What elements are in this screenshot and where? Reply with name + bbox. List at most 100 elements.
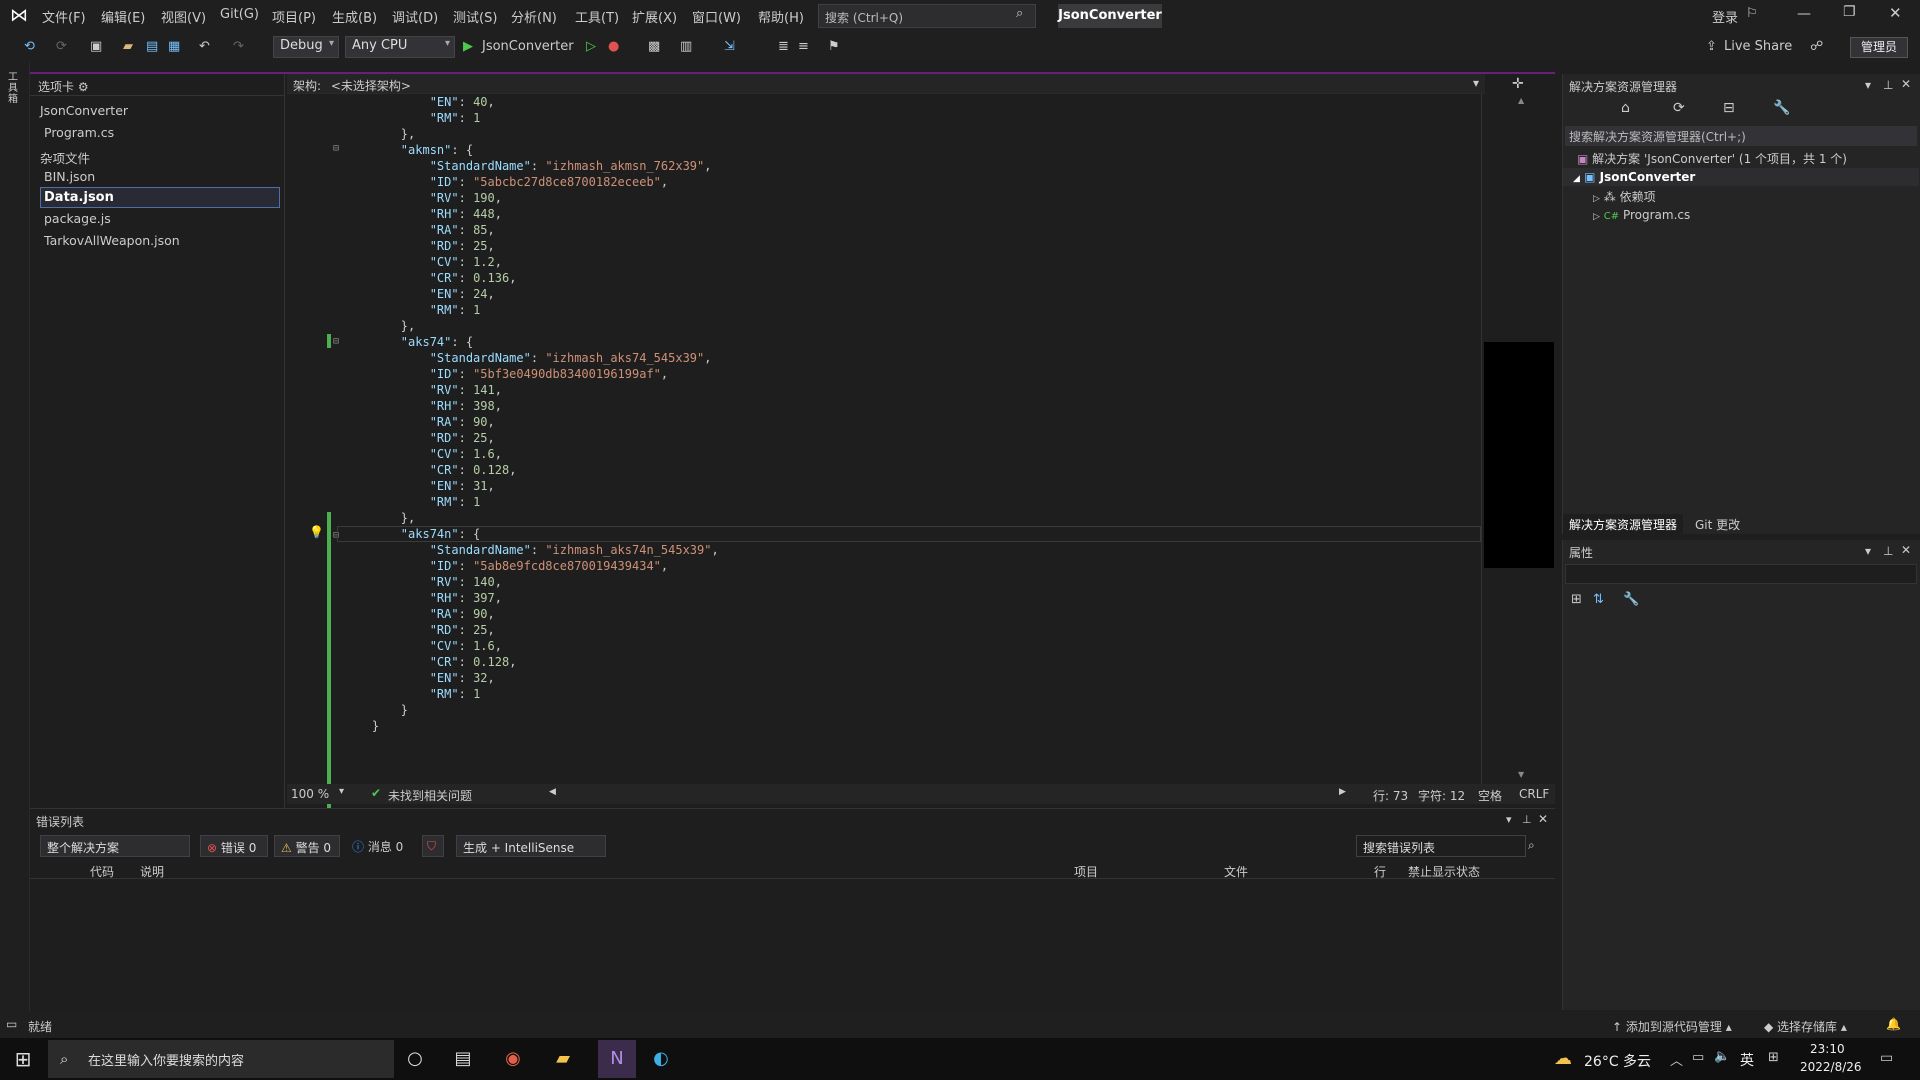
scroll-right-icon[interactable]: ▶ <box>1339 787 1346 797</box>
login-link[interactable]: 登录 <box>1712 7 1738 26</box>
ime-icon[interactable]: ⊞ <box>1768 1050 1779 1065</box>
search-icon[interactable]: ⌕ <box>1528 838 1535 853</box>
save-icon[interactable]: ▤ <box>146 37 158 57</box>
feedback-icon[interactable]: ⚐ <box>1746 6 1758 21</box>
error-search-input[interactable]: 搜索错误列表 <box>1356 835 1526 857</box>
scope-select[interactable]: 整个解决方案 <box>40 835 190 857</box>
visual-studio-icon[interactable]: N <box>598 1040 636 1078</box>
project-node[interactable]: ◢ ▣ JsonConverter <box>1573 170 1695 184</box>
file-item-package[interactable]: package.js <box>44 211 111 226</box>
toolbox-tab[interactable]: 工具箱 <box>8 72 22 112</box>
action-center-icon[interactable]: ▭ <box>1880 1050 1893 1066</box>
start-menu-icon[interactable]: ⊞ <box>10 1046 36 1072</box>
input-lang[interactable]: 英 <box>1740 1050 1754 1070</box>
file-item-data-selected[interactable]: Data.json <box>40 187 280 208</box>
col-desc[interactable]: 说明 <box>140 863 164 880</box>
pane-menu-icon[interactable]: ▾ <box>1865 78 1871 92</box>
cortana-icon[interactable]: ○ <box>402 1046 428 1072</box>
menu-item[interactable]: 文件(F) <box>42 7 86 26</box>
search-input[interactable]: 搜索 (Ctrl+Q) <box>818 4 1036 28</box>
line-indicator[interactable]: 行: 73 <box>1373 787 1408 804</box>
pin-icon[interactable]: ⊥ <box>1883 544 1893 558</box>
menu-item[interactable]: 帮助(H) <box>758 7 804 26</box>
menu-item[interactable]: 编辑(E) <box>101 7 145 26</box>
start-target[interactable]: JsonConverter <box>482 37 574 57</box>
col-code[interactable]: 代码 <box>90 863 114 880</box>
restore-button[interactable]: ❐ <box>1843 4 1856 20</box>
menu-item[interactable]: 扩展(X) <box>632 7 677 26</box>
back-icon[interactable]: ⟲ <box>24 37 35 57</box>
alphabetical-icon[interactable]: ⇅ <box>1593 592 1604 607</box>
platform-select[interactable]: Any CPU <box>345 36 455 58</box>
start-icon[interactable]: ▶ <box>463 37 473 57</box>
clock-date[interactable]: 2022/8/26 <box>1800 1060 1862 1074</box>
step-icon[interactable]: ⇲ <box>724 37 735 57</box>
live-share-button[interactable]: Live Share <box>1724 37 1792 57</box>
outdent-icon[interactable]: ≡ <box>798 37 809 57</box>
col-suppress[interactable]: 禁止显示状态 <box>1408 863 1480 880</box>
project-item[interactable]: JsonConverter <box>40 103 128 118</box>
program-item[interactable]: Program.cs <box>44 125 114 140</box>
menu-item[interactable]: 窗口(W) <box>692 7 741 26</box>
clock-time[interactable]: 23:10 <box>1810 1042 1845 1056</box>
menu-item[interactable]: 工具(T) <box>575 7 619 26</box>
config-select[interactable]: Debug <box>273 36 339 58</box>
pane-menu-icon[interactable]: ▾ <box>1865 544 1871 558</box>
network-icon[interactable]: ▭ <box>1692 1050 1704 1065</box>
undo-icon[interactable]: ↶ <box>199 37 210 57</box>
volume-icon[interactable]: 🔈 <box>1714 1049 1730 1064</box>
redo-icon[interactable]: ↷ <box>233 37 244 57</box>
col-line[interactable]: 行 <box>1374 863 1386 880</box>
categorized-icon[interactable]: ⊞ <box>1571 592 1582 607</box>
gear-icon[interactable]: ⚙ <box>78 80 89 94</box>
bookmark-icon[interactable]: ⚑ <box>828 37 840 57</box>
select-repo[interactable]: ◆ 选择存储库 ▴ <box>1764 1018 1847 1035</box>
task-view-icon[interactable]: ▤ <box>450 1046 476 1072</box>
new-item-icon[interactable]: ▣ <box>90 37 102 57</box>
explorer-icon[interactable]: ▰ <box>550 1046 576 1072</box>
deps-node[interactable]: ▷ ⁂ 依赖项 <box>1593 188 1656 205</box>
eol-indicator[interactable]: CRLF <box>1519 787 1549 801</box>
solution-root[interactable]: ▣ 解决方案 'JsonConverter' (1 个项目，共 1 个) <box>1577 150 1847 167</box>
scroll-up-icon[interactable]: ▲ <box>1518 96 1524 105</box>
collapsed-icon[interactable]: ▷ <box>1593 194 1600 204</box>
code-editor[interactable]: 💡 ⊟ ⊟ ⊟ "EN": 40, "RM": 1 }, "akmsn": { … <box>287 94 1481 812</box>
sync-icon[interactable]: ⟳ <box>1673 100 1685 116</box>
warnings-filter[interactable]: ⚠ 警告 0 <box>274 835 340 857</box>
menu-item[interactable]: 生成(B) <box>332 7 377 26</box>
minimap-viewport[interactable] <box>1484 342 1554 568</box>
indent-icon[interactable]: ≣ <box>778 37 789 57</box>
forward-icon[interactable]: ⟳ <box>56 37 67 57</box>
pane-menu-icon[interactable]: ▾ <box>1506 813 1512 826</box>
issues-status[interactable]: 未找到相关问题 <box>388 787 472 804</box>
object-select[interactable] <box>1565 564 1917 584</box>
menu-item[interactable]: 调试(D) <box>392 7 438 26</box>
chrome-icon[interactable]: ◉ <box>500 1046 526 1072</box>
menu-item[interactable]: 视图(V) <box>161 7 206 26</box>
file-item-bin[interactable]: BIN.json <box>44 169 95 184</box>
collapse-icon[interactable]: ⊟ <box>1723 100 1735 116</box>
layout-icon[interactable]: ▥ <box>680 37 692 57</box>
nav-dropdown-icon[interactable]: ▾ <box>1473 76 1479 90</box>
vs-logo-icon[interactable]: ⋈ <box>10 6 32 26</box>
tray-expand-icon[interactable]: ︿ <box>1670 1050 1683 1069</box>
fold-icon[interactable]: ⊟ <box>333 143 339 154</box>
close-button[interactable]: ✕ <box>1889 4 1902 22</box>
col-file[interactable]: 文件 <box>1224 863 1248 880</box>
filter-button[interactable]: ⛉ <box>422 835 444 857</box>
program-node[interactable]: ▷ C# Program.cs <box>1593 208 1690 222</box>
browser-link-icon[interactable]: ▩ <box>648 37 660 57</box>
property-pages-icon[interactable]: 🔧 <box>1623 592 1639 607</box>
indent-indicator[interactable]: 空格 <box>1478 787 1502 804</box>
tab-git-changes[interactable]: Git 更改 <box>1689 514 1746 534</box>
hot-reload-icon[interactable]: ● <box>608 37 619 57</box>
home-icon[interactable]: ⌂ <box>1621 100 1630 116</box>
close-pane-icon[interactable]: ✕ <box>1901 77 1911 91</box>
arch-dropdown[interactable]: <未选择架构> <box>331 79 411 93</box>
tab-solution-explorer[interactable]: 解决方案资源管理器 <box>1563 514 1684 534</box>
lightbulb-icon[interactable]: 💡 <box>309 525 324 539</box>
menu-item[interactable]: Git(G) <box>220 7 259 22</box>
close-pane-icon[interactable]: ✕ <box>1901 543 1911 557</box>
live-share-icon[interactable]: ⇪ <box>1706 37 1717 57</box>
col-project[interactable]: 项目 <box>1074 863 1098 880</box>
